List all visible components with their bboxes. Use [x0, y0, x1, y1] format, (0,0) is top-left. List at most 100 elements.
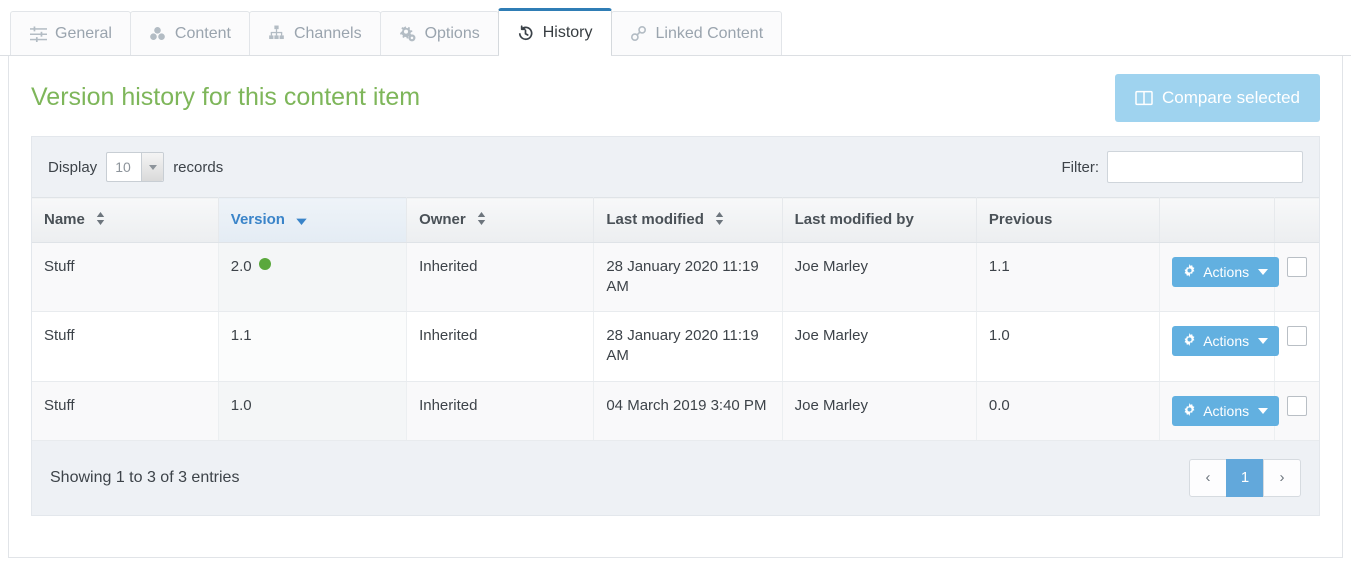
- compare-selected-button[interactable]: Compare selected: [1115, 74, 1320, 122]
- pagination-page-1[interactable]: 1: [1226, 459, 1264, 497]
- cell-previous: 0.0: [976, 381, 1159, 440]
- cell-name: Stuff: [32, 242, 218, 312]
- column-label: Previous: [989, 211, 1052, 228]
- actions-label: Actions: [1203, 403, 1249, 419]
- cogs-icon: [399, 25, 417, 43]
- cell-last-modified: 28 January 2020 11:19 AM: [594, 312, 782, 382]
- row-checkbox[interactable]: [1287, 396, 1307, 416]
- pagination-next[interactable]: ›: [1263, 459, 1301, 497]
- datatable-controls: Display 10 records Filter:: [32, 137, 1319, 197]
- actions-button[interactable]: Actions: [1172, 326, 1279, 356]
- cell-last-modified-by: Joe Marley: [782, 242, 976, 312]
- filter-control: Filter:: [1062, 151, 1304, 183]
- column-label: Version: [231, 211, 285, 228]
- tab-channels[interactable]: Channels: [249, 11, 381, 55]
- tab-options[interactable]: Options: [380, 11, 499, 55]
- column-header-name[interactable]: Name: [32, 198, 218, 243]
- entries-info: Showing 1 to 3 of 3 entries: [50, 469, 239, 487]
- caret-down-icon: [1258, 269, 1268, 275]
- cell-actions: Actions: [1160, 242, 1275, 312]
- column-label: Last modified: [606, 211, 704, 228]
- tab-linked-content-label: Linked Content: [656, 25, 764, 43]
- caret-down-icon: [1258, 408, 1268, 414]
- pagination-previous[interactable]: ‹: [1189, 459, 1227, 497]
- cell-version: 2.0: [218, 242, 406, 312]
- cell-name: Stuff: [32, 381, 218, 440]
- display-label: Display: [48, 159, 97, 176]
- gear-icon: [1183, 403, 1196, 419]
- history-page: General Content Channels: [0, 0, 1351, 562]
- tab-history-label: History: [543, 24, 593, 42]
- caret-down-icon: [1258, 338, 1268, 344]
- table-row: Stuff 2.0 Inherited 28 January 2020 11:1…: [32, 242, 1319, 312]
- cell-owner: Inherited: [407, 242, 594, 312]
- tab-history[interactable]: History: [498, 8, 612, 55]
- history-panel: Version history for this content item Co…: [8, 56, 1343, 558]
- version-value: 2.0: [231, 258, 252, 275]
- tab-linked-content[interactable]: Linked Content: [611, 11, 783, 55]
- cell-version: 1.1: [218, 312, 406, 382]
- column-label: Name: [44, 211, 85, 228]
- actions-label: Actions: [1203, 333, 1249, 349]
- tab-general[interactable]: General: [10, 11, 131, 55]
- table-header-row: Name Version: [32, 198, 1319, 243]
- cell-owner: Inherited: [407, 312, 594, 382]
- tab-content[interactable]: Content: [130, 11, 250, 55]
- version-value: 1.0: [231, 397, 252, 414]
- columns-icon: [1135, 90, 1153, 106]
- page-title: Version history for this content item: [31, 82, 420, 112]
- column-label: Owner: [419, 211, 466, 228]
- published-status-dot: [259, 258, 271, 270]
- column-header-version[interactable]: Version: [218, 198, 406, 243]
- table-row: Stuff 1.1 Inherited 28 January 2020 11:1…: [32, 312, 1319, 382]
- datatable-footer: Showing 1 to 3 of 3 entries ‹ 1 ›: [32, 441, 1319, 515]
- gear-icon: [1183, 264, 1196, 280]
- version-history-table: Name Version: [32, 197, 1319, 441]
- cell-select: [1275, 381, 1319, 440]
- filter-input[interactable]: [1107, 151, 1303, 183]
- cell-name: Stuff: [32, 312, 218, 382]
- row-checkbox[interactable]: [1287, 257, 1307, 277]
- cell-actions: Actions: [1160, 312, 1275, 382]
- cell-previous: 1.1: [976, 242, 1159, 312]
- compare-selected-label: Compare selected: [1162, 88, 1300, 108]
- cell-last-modified: 04 March 2019 3:40 PM: [594, 381, 782, 440]
- actions-label: Actions: [1203, 264, 1249, 280]
- column-header-owner[interactable]: Owner: [407, 198, 594, 243]
- tab-bar: General Content Channels: [0, 0, 1351, 56]
- row-checkbox[interactable]: [1287, 326, 1307, 346]
- sort-both-icon: [477, 212, 486, 229]
- column-label: Last modified by: [795, 211, 914, 228]
- panel-header: Version history for this content item Co…: [9, 56, 1342, 122]
- cell-last-modified-by: Joe Marley: [782, 381, 976, 440]
- column-header-previous: Previous: [976, 198, 1159, 243]
- tab-channels-label: Channels: [294, 25, 362, 43]
- actions-button[interactable]: Actions: [1172, 396, 1279, 426]
- cell-owner: Inherited: [407, 381, 594, 440]
- actions-button[interactable]: Actions: [1172, 257, 1279, 287]
- page-length-select[interactable]: 10: [106, 152, 164, 182]
- filter-label: Filter:: [1062, 159, 1100, 176]
- page-length-control: Display 10 records: [48, 152, 223, 182]
- cubes-icon: [149, 25, 167, 43]
- page-length-select-wrapper: 10: [106, 152, 164, 182]
- sort-both-icon: [96, 212, 105, 229]
- sort-desc-icon: [296, 212, 307, 229]
- tab-options-label: Options: [425, 25, 480, 43]
- sitemap-icon: [268, 25, 286, 43]
- cell-select: [1275, 242, 1319, 312]
- column-header-last-modified-by: Last modified by: [782, 198, 976, 243]
- column-header-last-modified[interactable]: Last modified: [594, 198, 782, 243]
- table-row: Stuff 1.0 Inherited 04 March 2019 3:40 P…: [32, 381, 1319, 440]
- cell-last-modified-by: Joe Marley: [782, 312, 976, 382]
- column-header-actions: [1160, 198, 1275, 243]
- cell-last-modified: 28 January 2020 11:19 AM: [594, 242, 782, 312]
- column-header-select: [1275, 198, 1319, 243]
- cell-previous: 1.0: [976, 312, 1159, 382]
- history-icon: [517, 24, 535, 42]
- pagination: ‹ 1 ›: [1189, 459, 1301, 497]
- records-label: records: [173, 159, 223, 176]
- sliders-icon: [29, 25, 47, 43]
- version-value: 1.1: [231, 327, 252, 344]
- sort-both-icon: [715, 212, 724, 229]
